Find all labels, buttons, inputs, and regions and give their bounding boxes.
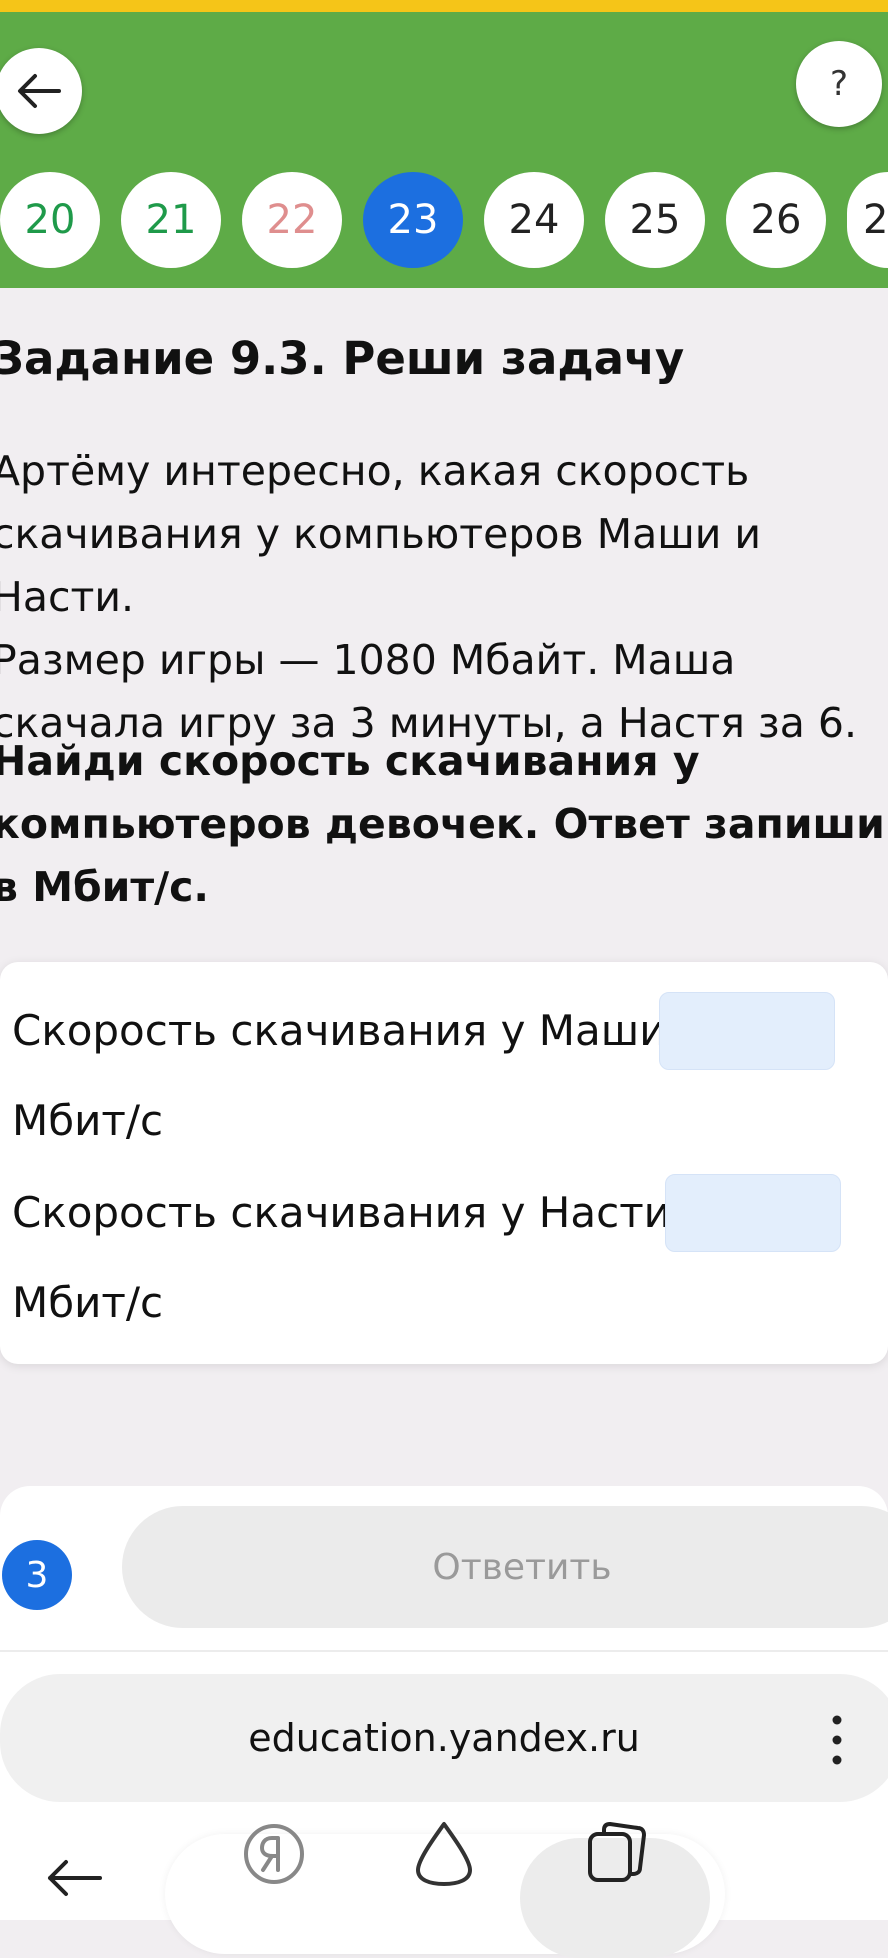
nastya-speed-label: Скорость скачивания у Насти: [12,1188,686,1237]
nastya-speed-unit: Мбит/с [12,1278,164,1327]
task-number-nav: 20 21 22 23 24 25 26 27 [0,172,888,268]
task-number-25[interactable]: 25 [605,172,705,268]
back-button[interactable] [0,48,82,134]
task-number-24[interactable]: 24 [484,172,584,268]
tabs-icon[interactable] [584,1820,650,1886]
task-number-27[interactable]: 27 [847,172,888,268]
address-bar[interactable]: education.yandex.ru [0,1674,888,1802]
top-accent-strip [0,0,888,12]
submit-answer-button[interactable]: Ответить [122,1506,888,1628]
attempts-counter-badge: 3 [2,1540,72,1610]
yandex-logo-icon[interactable] [242,1822,306,1886]
masha-speed-input[interactable] [659,992,835,1070]
task-number-23[interactable]: 23 [363,172,463,268]
task-number-20[interactable]: 20 [0,172,100,268]
answer-card: Скорость скачивания у Маши: Мбит/с Скоро… [0,962,888,1364]
help-label: ? [829,64,849,104]
browser-nav-bar [0,1814,888,1958]
masha-speed-unit: Мбит/с [12,1096,164,1145]
task-number-22[interactable]: 22 [242,172,342,268]
masha-speed-label: Скорость скачивания у Маши: [12,1006,681,1055]
task-description: Артёму интересно, какая скорость скачива… [0,447,858,747]
submit-panel: 3 Ответить [0,1486,888,1650]
browser-bottom-bar: education.yandex.ru [0,1652,888,1958]
task-title: Задание 9.3. Реши задачу [0,332,685,385]
help-button[interactable]: ? [796,41,882,127]
arrow-left-icon [18,74,61,108]
url-text: education.yandex.ru [248,1716,640,1760]
alice-assistant-icon[interactable] [412,1820,476,1888]
more-vert-icon[interactable] [822,1712,852,1768]
task-question: Найди скорость скачивания у компьютеров … [0,737,885,911]
task-number-21[interactable]: 21 [121,172,221,268]
nastya-speed-input[interactable] [665,1174,841,1252]
browser-back-icon[interactable] [44,1858,104,1898]
task-number-26[interactable]: 26 [726,172,826,268]
